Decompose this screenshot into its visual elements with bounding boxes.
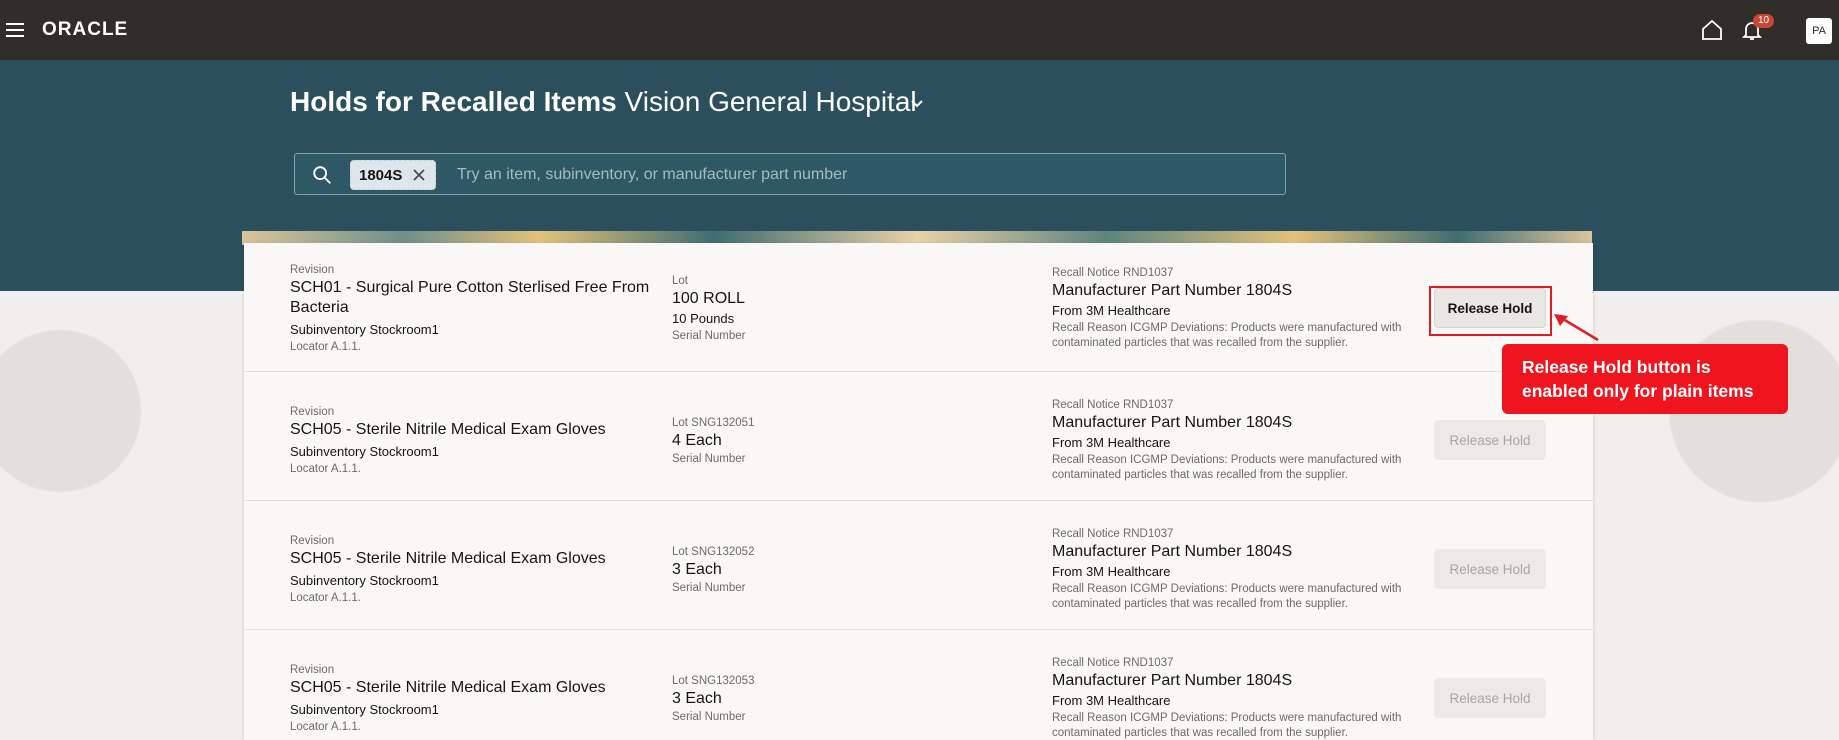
chip-label: 1804S: [359, 166, 403, 184]
recall-notice: Recall Notice RND1037: [1052, 657, 1174, 669]
recall-reason-cont: contaminated particles that was recalled…: [1052, 469, 1348, 481]
recall-notice: Recall Notice RND1037: [1052, 399, 1174, 411]
quantity: 3 Each: [672, 561, 722, 578]
recall-reason: Recall Reason ICGMP Deviations: Products…: [1052, 322, 1402, 334]
recalled-items-list: Revision SCH01 - Surgical Pure Cotton St…: [244, 243, 1593, 740]
list-item: Revision SCH05 - Sterile Nitrile Medical…: [244, 501, 1593, 630]
org-name[interactable]: Vision General Hospital: [625, 86, 917, 117]
lot-label: Lot: [672, 275, 688, 287]
avatar[interactable]: PA: [1806, 18, 1832, 44]
quantity: 100 ROLL: [672, 290, 745, 307]
recall-notice: Recall Notice RND1037: [1052, 267, 1174, 279]
close-icon[interactable]: [412, 168, 426, 182]
list-item: Revision SCH05 - Sterile Nitrile Medical…: [244, 372, 1593, 501]
lot-column: Lot SNG132051 4 Each Serial Number: [672, 416, 972, 467]
subinventory: Subinventory Stockroom1: [290, 322, 439, 337]
item-name: SCH05 - Sterile Nitrile Medical Exam Glo…: [290, 421, 606, 438]
manufacturer: From 3M Healthcare: [1052, 564, 1171, 579]
subinventory: Subinventory Stockroom1: [290, 573, 439, 588]
home-icon[interactable]: [1700, 18, 1724, 42]
search-filter-chip[interactable]: 1804S: [350, 160, 436, 190]
recall-reason: Recall Reason ICGMP Deviations: Products…: [1052, 454, 1402, 466]
search-icon: [313, 166, 331, 184]
recall-reason-cont: contaminated particles that was recalled…: [1052, 598, 1348, 610]
menu-icon[interactable]: [6, 19, 26, 41]
item-column: Revision SCH05 - Sterile Nitrile Medical…: [290, 405, 650, 477]
item-column: Revision SCH01 - Surgical Pure Cotton St…: [290, 263, 650, 355]
release-hold-button[interactable]: Release Hold: [1434, 678, 1546, 718]
manufacturer-part-number: Manufacturer Part Number 1804S: [1052, 672, 1293, 689]
chevron-down-icon[interactable]: [909, 95, 925, 111]
recall-reason: Recall Reason ICGMP Deviations: Products…: [1052, 583, 1402, 595]
top-bar: ORACLE 10 PA: [0, 0, 1839, 60]
serial-number: Serial Number: [672, 582, 746, 594]
manufacturer: From 3M Healthcare: [1052, 303, 1171, 318]
manufacturer: From 3M Healthcare: [1052, 693, 1171, 708]
callout-line-1: Release Hold button is: [1522, 357, 1711, 377]
item-column: Revision SCH05 - Sterile Nitrile Medical…: [290, 663, 650, 735]
recall-column: Recall Notice RND1037 Manufacturer Part …: [1052, 398, 1422, 483]
list-item: Revision SCH05 - Sterile Nitrile Medical…: [244, 630, 1593, 740]
recall-reason-cont: contaminated particles that was recalled…: [1052, 337, 1348, 349]
manufacturer: From 3M Healthcare: [1052, 435, 1171, 450]
notification-badge: 10: [1753, 14, 1775, 28]
manufacturer-part-number: Manufacturer Part Number 1804S: [1052, 543, 1293, 560]
manufacturer-part-number: Manufacturer Part Number 1804S: [1052, 282, 1293, 299]
subinventory: Subinventory Stockroom1: [290, 444, 439, 459]
search-input[interactable]: [457, 162, 1257, 188]
revision-label: Revision: [290, 664, 335, 676]
recall-reason: Recall Reason ICGMP Deviations: Products…: [1052, 712, 1402, 724]
revision-label: Revision: [290, 535, 335, 547]
secondary-quantity: 10 Pounds: [672, 311, 735, 326]
annotation-callout: Release Hold button is enabled only for …: [1502, 344, 1788, 414]
locator: Locator A.1.1.: [290, 341, 361, 353]
lot-column: Lot 100 ROLL 10 Pounds Serial Number: [672, 274, 972, 344]
lot-label: Lot SNG132051: [672, 417, 755, 429]
item-name: SCH05 - Sterile Nitrile Medical Exam Glo…: [290, 550, 606, 567]
locator: Locator A.1.1.: [290, 592, 361, 604]
quantity: 4 Each: [672, 432, 722, 449]
release-hold-button[interactable]: Release Hold: [1434, 549, 1546, 589]
serial-number: Serial Number: [672, 711, 746, 723]
recall-column: Recall Notice RND1037 Manufacturer Part …: [1052, 656, 1422, 740]
lot-column: Lot SNG132052 3 Each Serial Number: [672, 545, 972, 596]
page-title: Holds for Recalled Items Vision General …: [290, 86, 917, 118]
revision-label: Revision: [290, 264, 335, 276]
annotation-highlight-box: [1429, 286, 1552, 336]
release-hold-button[interactable]: Release Hold: [1434, 420, 1546, 460]
list-item: Revision SCH01 - Surgical Pure Cotton St…: [244, 243, 1593, 372]
recall-reason-cont: contaminated particles that was recalled…: [1052, 727, 1348, 739]
item-column: Revision SCH05 - Sterile Nitrile Medical…: [290, 534, 650, 606]
serial-number: Serial Number: [672, 453, 746, 465]
locator: Locator A.1.1.: [290, 463, 361, 475]
item-name: SCH01 - Surgical Pure Cotton Sterlised F…: [290, 279, 650, 316]
locator: Locator A.1.1.: [290, 721, 361, 733]
lot-column: Lot SNG132053 3 Each Serial Number: [672, 674, 972, 725]
page-title-main: Holds for Recalled Items: [290, 86, 617, 117]
serial-number: Serial Number: [672, 330, 746, 342]
recall-column: Recall Notice RND1037 Manufacturer Part …: [1052, 527, 1422, 612]
quantity: 3 Each: [672, 690, 722, 707]
item-name: SCH05 - Sterile Nitrile Medical Exam Glo…: [290, 679, 606, 696]
callout-line-2: enabled only for plain items: [1522, 381, 1754, 401]
oracle-logo[interactable]: ORACLE: [42, 19, 128, 41]
subinventory: Subinventory Stockroom1: [290, 702, 439, 717]
recall-column: Recall Notice RND1037 Manufacturer Part …: [1052, 266, 1422, 351]
revision-label: Revision: [290, 406, 335, 418]
manufacturer-part-number: Manufacturer Part Number 1804S: [1052, 414, 1293, 431]
lot-label: Lot SNG132052: [672, 546, 755, 558]
lot-label: Lot SNG132053: [672, 675, 755, 687]
search-bar[interactable]: 1804S: [294, 153, 1286, 195]
recall-notice: Recall Notice RND1037: [1052, 528, 1174, 540]
